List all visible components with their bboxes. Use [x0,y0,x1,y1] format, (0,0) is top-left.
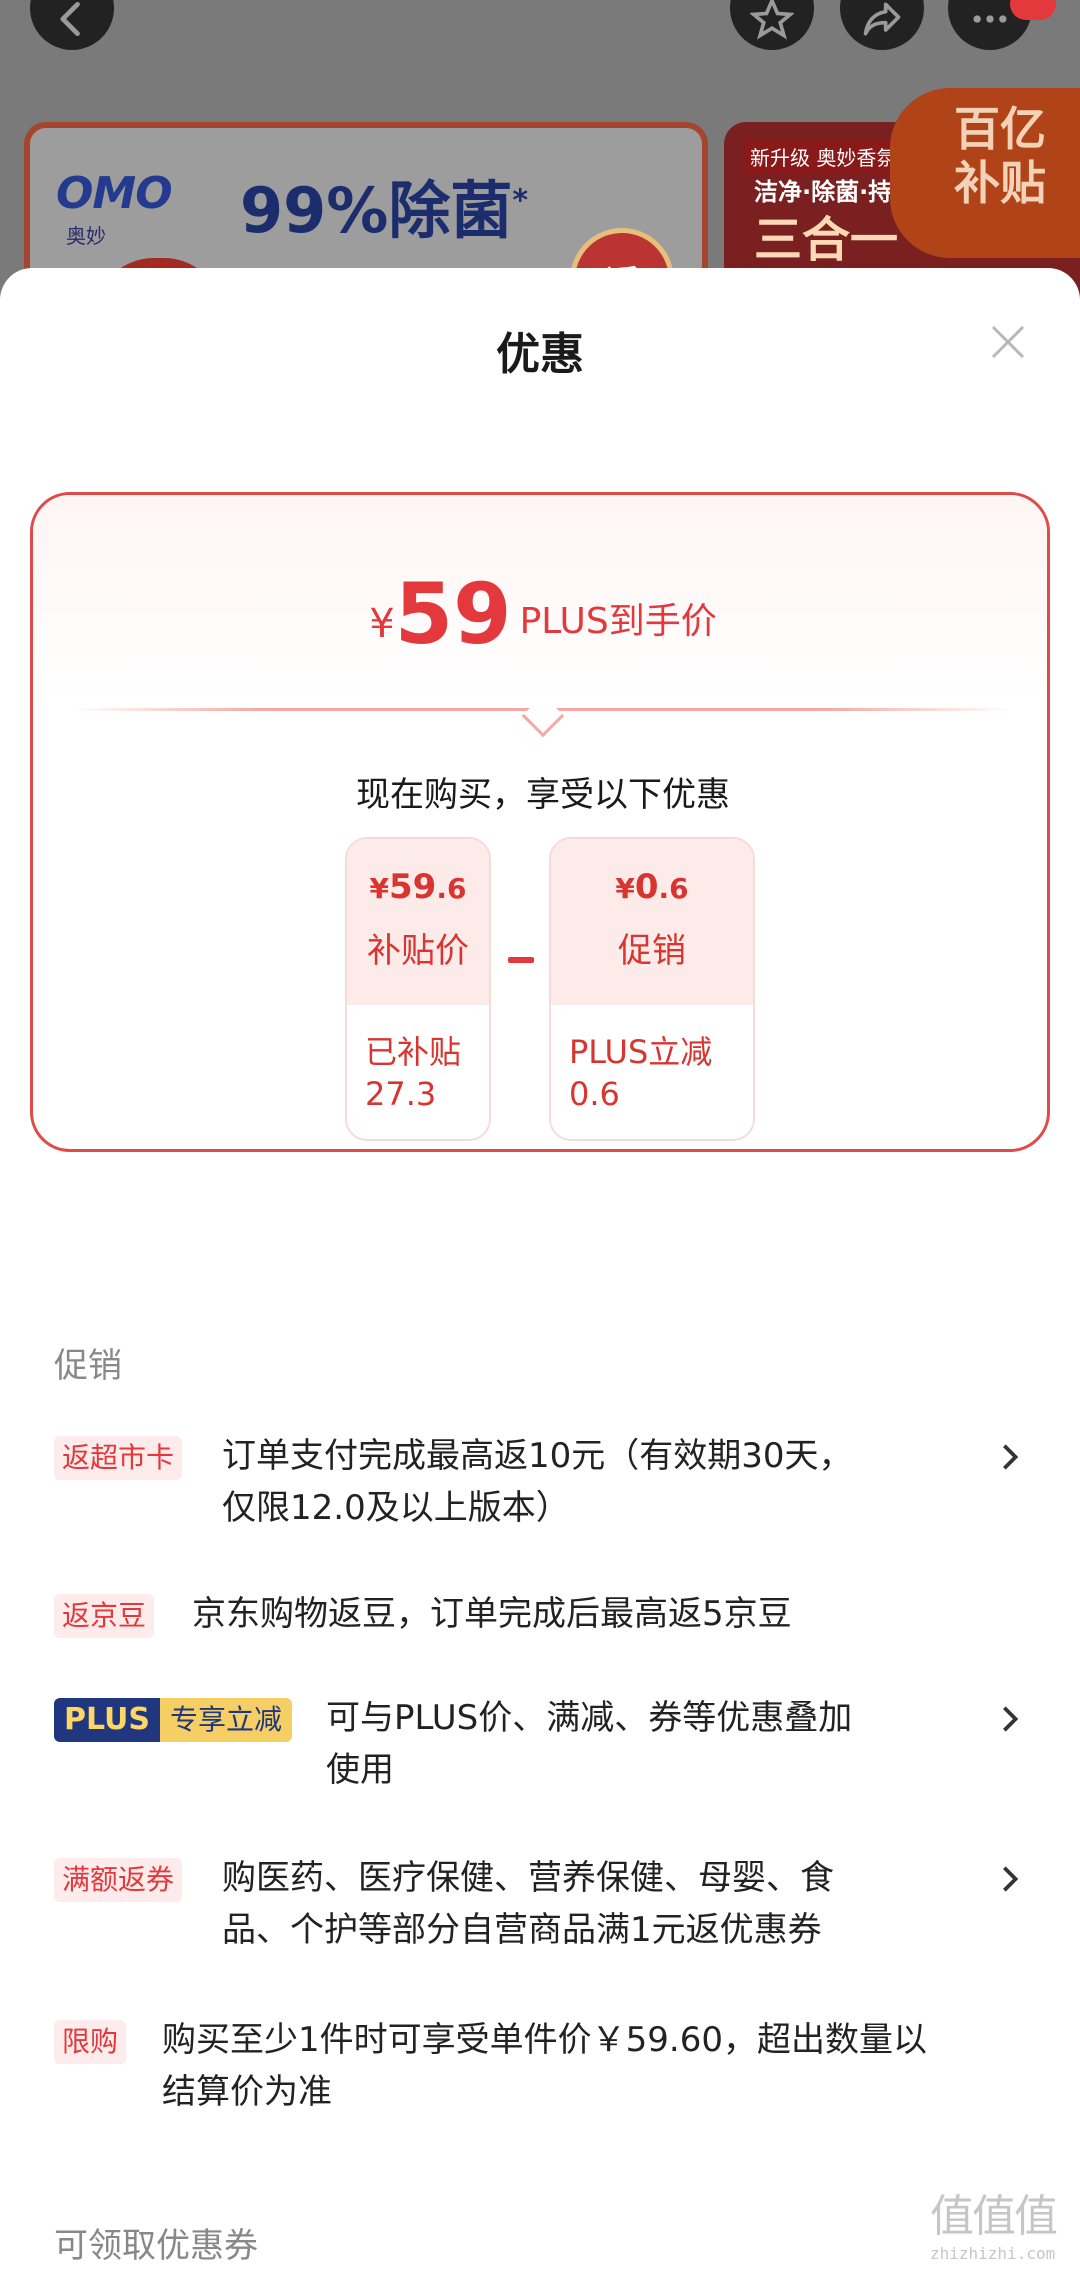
favorite-button[interactable] [730,0,814,50]
share-icon [863,2,901,36]
subsidy-badge-line1: 百亿 [954,102,1046,156]
star-icon [750,0,794,40]
plus-exclusive-tag: PLUS 专享立减 [54,1698,293,1742]
sheet-title: 优惠 [496,329,584,380]
promo-tag: 返京豆 [54,1594,155,1638]
chevron-right-icon [1003,1444,1019,1470]
promotions-section-title: 促销 [54,1346,122,1386]
subsidy-price-card: ¥59.6 补贴价 已补贴 27.3 [345,837,491,1141]
benefit-heading: 现在购买，享受以下优惠 [356,775,730,815]
promotion-discount-card-head: ¥0.6 促销 [551,839,753,1005]
watermark-site: zhizhizhi.com [930,2244,1056,2263]
price-label: PLUS到手价 [519,601,717,642]
chevron-right-icon [1003,1866,1019,1892]
promo-item-coupon-rebate[interactable]: 满额返券 购医药、医疗保健、营养保健、母婴、食 品、个护等部分自营商品满1元返优… [54,1852,1044,1962]
billion-subsidy-badge: 百亿 补贴 [890,88,1080,258]
subsidy-badge-line2: 补贴 [954,156,1046,210]
minus-operator [508,957,534,963]
final-price: ¥59 PLUS到手价 [33,565,1047,663]
promo-text: 购买至少1件时可享受单件价￥59.60，超出数量以 结算价为准 [162,2020,927,2112]
back-button[interactable] [30,0,114,50]
promo-text: 订单支付完成最高返10元（有效期30天， 仅限12.0及以上版本） [222,1436,853,1528]
subsidy-price-foot-label: 已补贴 [365,1033,462,1071]
chevron-right-icon [1003,1706,1019,1732]
more-icon [973,15,1007,23]
plus-tag-logo: PLUS [54,1698,161,1742]
promotion-discount-foot-label: PLUS立减 [569,1033,713,1071]
price-currency: ¥ [369,601,395,647]
subsidy-price-foot: 已补贴 27.3 [347,1005,489,1115]
omo-logo-cn: 奥妙 [66,224,106,248]
price-value: 59 [394,565,512,663]
coupons-section-title: 可领取优惠券 [54,2226,258,2266]
close-button[interactable] [988,322,1028,362]
promo-item-purchase-limit: 限购 购买至少1件时可享受单件价￥59.60，超出数量以 结算价为准 [54,2014,1044,2124]
subsidy-price-card-head: ¥59.6 补贴价 [347,839,489,1005]
banner-big-text: 三合一 [754,212,899,268]
subsidy-price-name: 补贴价 [367,931,469,971]
plus-tag-label: 专享立减 [160,1698,293,1742]
promo-arrow[interactable] [998,1704,1022,1734]
subsidy-price-foot-value: 27.3 [365,1075,437,1113]
promotion-discount-foot: PLUS立减 0.6 [551,1005,753,1115]
promo-item-supermarket-card[interactable]: 返超市卡 订单支付完成最高返10元（有效期30天， 仅限12.0及以上版本） [54,1430,1044,1540]
promo-text: 可与PLUS价、满减、券等优惠叠加 使用 [326,1698,853,1790]
discount-sheet: 优惠 ¥59 PLUS到手价 现在购买，享受以下优惠 ¥59.6 补贴价 已补贴 … [0,268,1080,2270]
back-icon [60,1,80,37]
promo-arrow[interactable] [998,1864,1022,1894]
product-page-backdrop: OMO 奥妙 99%除菌* HOT 返 新升级 奥妙香氛护洗 洁净·除菌·持久 … [0,0,1080,300]
promo-tag: 满额返券 [54,1858,183,1902]
promotion-discount-amount: ¥0.6 [615,867,689,907]
promotion-discount-card: ¥0.6 促销 PLUS立减 0.6 [549,837,755,1141]
promo-tag: 限购 [54,2020,127,2064]
plus-price-card: ¥59 PLUS到手价 现在购买，享受以下优惠 ¥59.6 补贴价 已补贴 27.… [30,492,1050,1152]
watermark-glyphs: 值值值 [930,2191,1058,2242]
close-icon [991,325,1025,359]
promo-item-plus-discount[interactable]: PLUS 专享立减 可与PLUS价、满减、券等优惠叠加 使用 [54,1692,1044,1802]
promotion-discount-name: 促销 [618,931,686,971]
share-button[interactable] [840,0,924,50]
omo-logo: OMO [56,168,173,219]
promo-arrow[interactable] [998,1442,1022,1472]
site-watermark: 值值值 zhizhizhi.com [930,2180,1080,2270]
subsidy-price-amount: ¥59.6 [369,867,467,907]
promo-item-jd-beans: 返京豆 京东购物返豆，订单完成后最高返5京豆 [54,1588,1044,1648]
notification-badge [1010,0,1056,20]
promo-tag: 返超市卡 [54,1436,183,1480]
promotion-discount-foot-value: 0.6 [569,1075,620,1113]
banner-headline: 99%除菌* [240,174,529,247]
promo-text: 京东购物返豆，订单完成后最高返5京豆 [192,1594,792,1634]
promo-text: 购医药、医疗保健、营养保健、母婴、食 品、个护等部分自营商品满1元返优惠券 [222,1858,834,1950]
